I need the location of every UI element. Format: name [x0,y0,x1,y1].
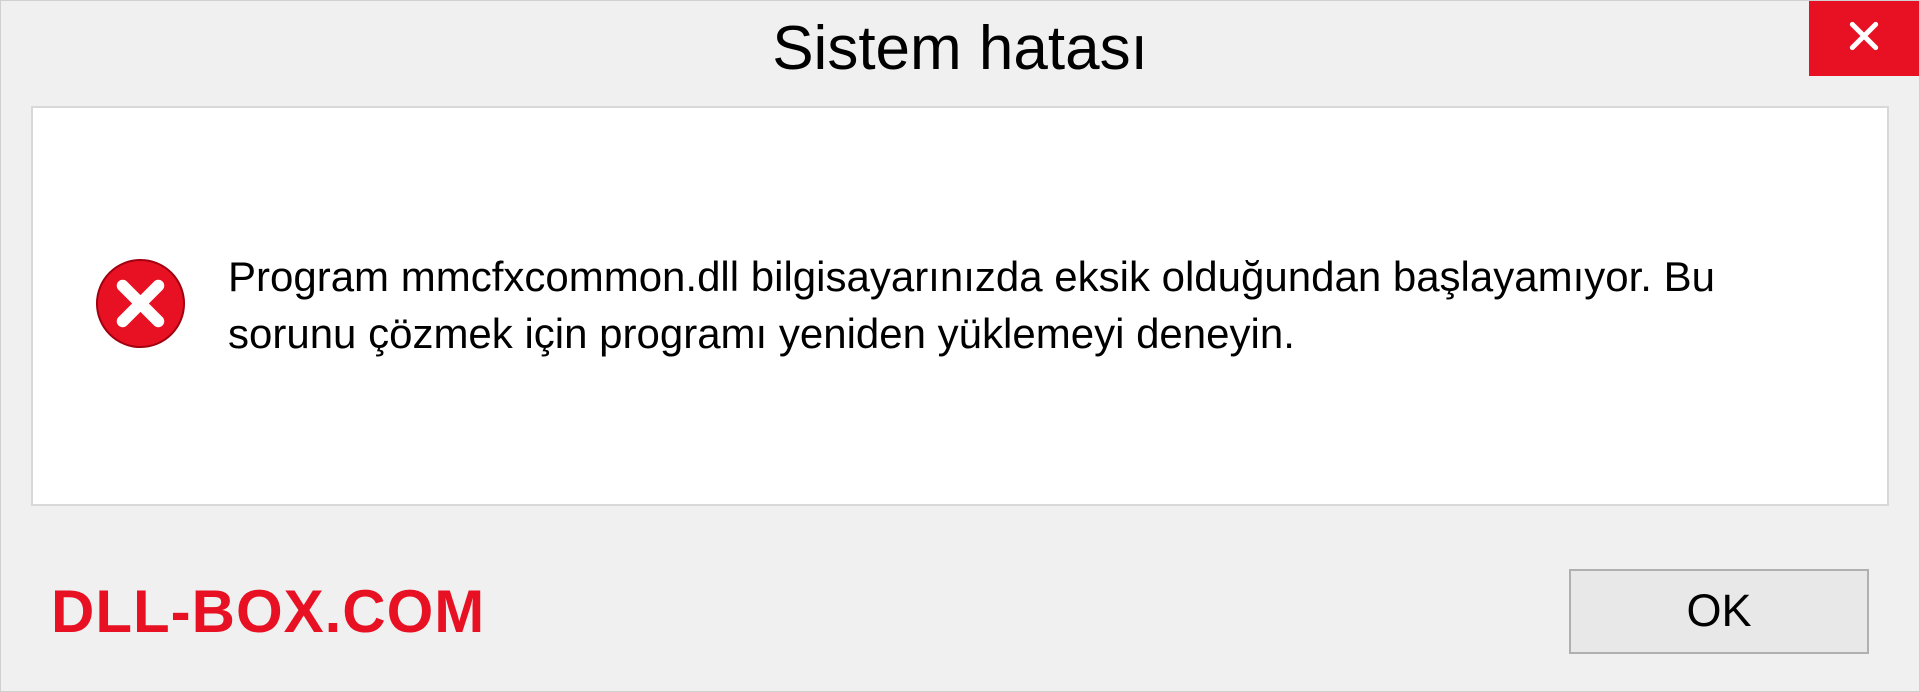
error-message: Program mmcfxcommon.dll bilgisayarınızda… [228,249,1827,362]
watermark-text: DLL-BOX.COM [51,577,485,646]
error-icon [93,256,188,356]
dialog-footer: DLL-BOX.COM OK [1,566,1919,656]
dialog-title: Sistem hatası [772,13,1148,84]
close-icon [1844,16,1884,61]
close-button[interactable] [1809,1,1919,76]
error-dialog: Sistem hatası Program mmcfxcommon.dll bi… [0,0,1920,692]
titlebar: Sistem hatası [1,1,1919,96]
ok-button[interactable]: OK [1569,569,1869,654]
content-panel: Program mmcfxcommon.dll bilgisayarınızda… [31,106,1889,506]
